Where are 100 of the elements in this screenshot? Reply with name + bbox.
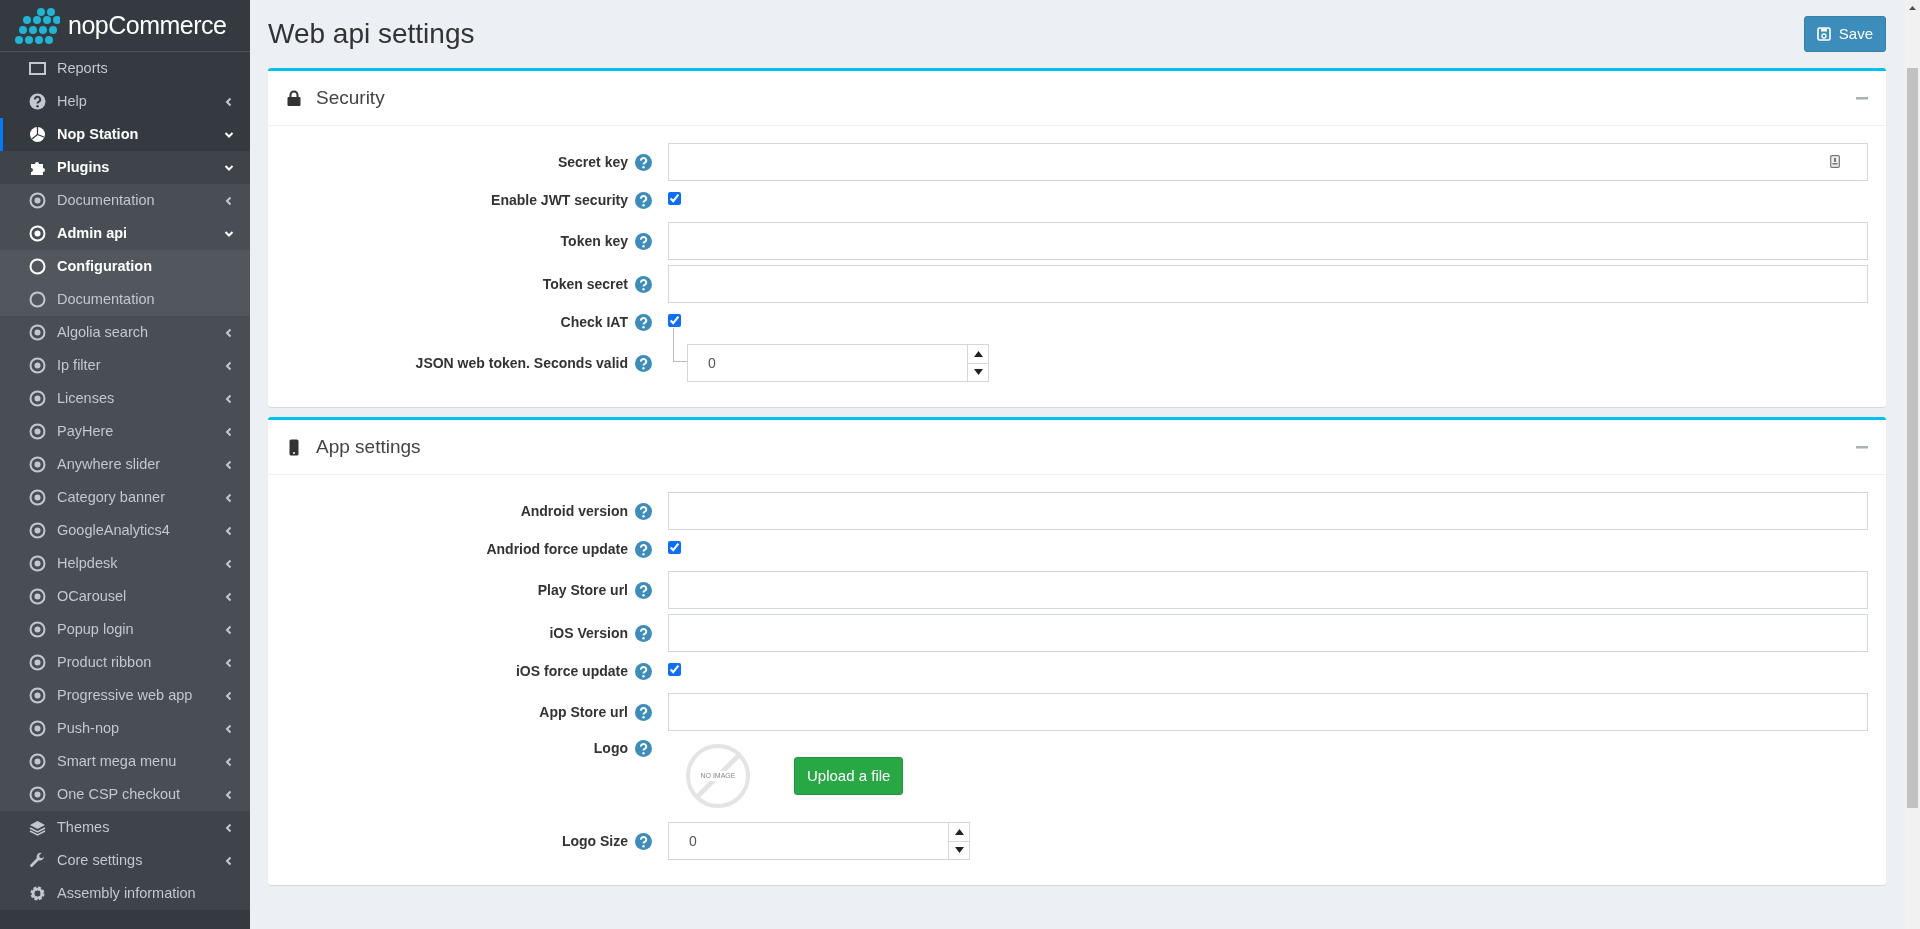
logo-text[interactable]: nopCommerce <box>68 6 227 45</box>
circle-icon <box>29 258 46 275</box>
text-field[interactable] <box>668 492 1868 530</box>
dot-circle-icon <box>29 654 46 671</box>
logo-dots-icon <box>12 6 60 45</box>
wrench-icon <box>29 852 46 869</box>
checkbox[interactable] <box>668 662 681 676</box>
sidebar-item[interactable]: Plugins <box>0 151 250 184</box>
sidebar-item[interactable]: Product ribbon <box>0 646 250 679</box>
sidebar-item[interactable]: Category banner <box>0 481 250 514</box>
dot-circle-icon <box>29 588 46 605</box>
sidebar-item[interactable]: Configuration <box>0 250 250 283</box>
triangle-up-icon <box>973 350 983 357</box>
dot-circle-icon <box>29 324 46 341</box>
save-button[interactable]: Save <box>1803 15 1886 53</box>
dot-circle-icon <box>29 489 46 506</box>
collapse-icon[interactable] <box>1856 96 1868 100</box>
text-field[interactable] <box>668 571 1868 609</box>
scrollbar[interactable] <box>1905 0 1920 929</box>
pie-chart-icon <box>29 126 46 143</box>
help-icon <box>635 624 652 642</box>
sidebar-item[interactable]: Helpdesk <box>0 547 250 580</box>
lock-icon <box>286 89 302 107</box>
puzzle-icon <box>29 159 46 176</box>
text-field[interactable] <box>668 143 1868 181</box>
help-icon <box>635 662 652 680</box>
field-label: JSON web token. Seconds valid <box>415 353 628 373</box>
sidebar-item[interactable]: Push-nop <box>0 712 250 745</box>
dot-circle-icon <box>29 522 46 539</box>
page-title: Web api settings <box>268 17 475 51</box>
dot-circle-icon <box>29 555 46 572</box>
text-field[interactable] <box>668 265 1868 303</box>
layers-icon <box>29 819 46 836</box>
password-manager-icon <box>1830 155 1840 168</box>
sidebar-item[interactable]: Anywhere slider <box>0 448 250 481</box>
field-label: Logo Size <box>561 831 628 851</box>
panel-title: Security <box>316 85 385 110</box>
sidebar-item[interactable]: Smart mega menu <box>0 745 250 778</box>
help-icon <box>635 354 652 372</box>
help-icon <box>635 703 652 721</box>
sidebar-item[interactable]: Licenses <box>0 382 250 415</box>
help-icon <box>635 540 652 558</box>
collapse-icon[interactable] <box>1856 445 1868 449</box>
number-field[interactable]: 0 <box>668 822 948 860</box>
checkbox[interactable] <box>668 540 681 554</box>
help-icon <box>635 191 652 209</box>
help-icon <box>635 153 652 171</box>
text-field[interactable] <box>668 614 1868 652</box>
help-icon <box>635 581 652 599</box>
dot-circle-icon <box>29 720 46 737</box>
dot-circle-icon <box>29 753 46 770</box>
sidebar-item[interactable]: Ip filter <box>0 349 250 382</box>
dot-circle-icon <box>29 786 46 803</box>
sidebar-item[interactable]: GoogleAnalytics4 <box>0 514 250 547</box>
dot-circle-icon <box>29 390 46 407</box>
sidebar-item[interactable]: Documentation <box>0 184 250 217</box>
sidebar-item[interactable]: Progressive web app <box>0 679 250 712</box>
gear-icon <box>29 885 46 902</box>
dot-circle-icon <box>29 423 46 440</box>
dot-circle-icon <box>29 621 46 638</box>
triangle-up-icon <box>954 828 964 835</box>
text-field[interactable] <box>668 222 1868 260</box>
dot-circle-icon <box>29 687 46 704</box>
checkbox[interactable] <box>668 313 681 327</box>
sidebar-item[interactable]: Core settings <box>0 844 250 877</box>
help-icon <box>635 232 652 250</box>
help-icon <box>29 93 46 110</box>
text-field[interactable] <box>668 693 1868 731</box>
field-label: Android version <box>520 501 628 521</box>
checkbox[interactable] <box>668 191 681 205</box>
dot-circle-icon <box>29 357 46 374</box>
sidebar-item[interactable]: Themes <box>0 811 250 844</box>
dot-circle-icon <box>29 192 46 209</box>
help-icon <box>635 313 652 331</box>
sidebar-item[interactable]: Assembly information <box>0 877 250 910</box>
help-icon <box>635 275 652 293</box>
sidebar-item[interactable]: Popup login <box>0 613 250 646</box>
chart-icon <box>29 60 46 77</box>
sidebar-item[interactable]: Admin api <box>0 217 250 250</box>
number-field[interactable]: 0 <box>687 344 967 382</box>
sidebar-item[interactable]: OCarousel <box>0 580 250 613</box>
upload-button[interactable]: Upload a file <box>794 756 904 796</box>
field-label: Check IAT <box>560 312 628 332</box>
help-icon <box>635 502 652 520</box>
field-label: Logo <box>593 739 628 758</box>
field-label: Token secret <box>542 274 628 294</box>
dot-circle-icon <box>29 456 46 473</box>
help-icon <box>635 740 652 757</box>
field-label: iOS force update <box>515 661 628 681</box>
sidebar-item[interactable]: Algolia search <box>0 316 250 349</box>
help-icon <box>635 832 652 850</box>
field-label: Andriod force update <box>486 539 628 559</box>
sidebar-item[interactable]: PayHere <box>0 415 250 448</box>
sidebar-item[interactable]: One CSP checkout <box>0 778 250 811</box>
field-label: Secret key <box>557 152 628 172</box>
field-label: Enable JWT security <box>491 190 628 210</box>
field-label: iOS Version <box>549 623 628 643</box>
triangle-down-icon <box>973 369 983 376</box>
circle-icon <box>29 291 46 308</box>
sidebar-item[interactable]: Documentation <box>0 283 250 316</box>
